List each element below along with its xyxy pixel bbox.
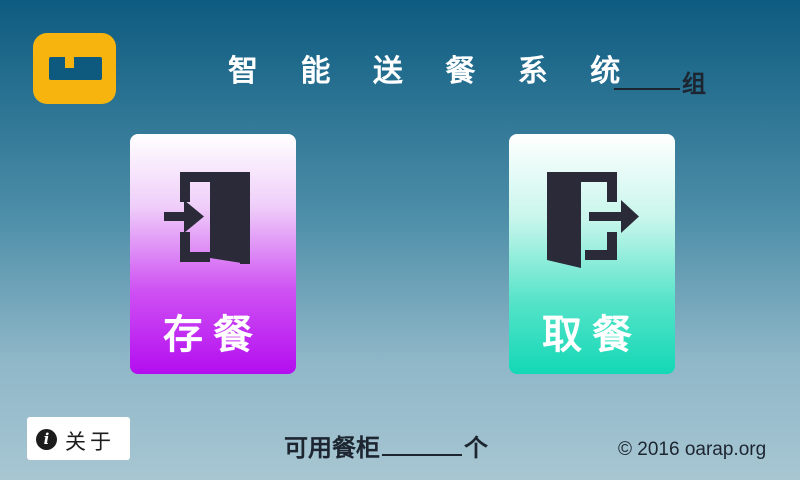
take-meal-label: 取餐: [542, 311, 642, 358]
page-title: 智 能 送 餐 系 统: [228, 54, 637, 89]
group-number-blank: [614, 88, 680, 90]
store-meal-button[interactable]: 存餐: [130, 134, 296, 374]
available-suffix: 个: [464, 433, 488, 462]
store-meal-label: 存餐: [163, 311, 263, 358]
about-button[interactable]: i 关于: [27, 417, 130, 460]
door-enter-icon: [164, 172, 250, 264]
logo-gap: [65, 57, 74, 68]
take-meal-button[interactable]: 取餐: [509, 134, 675, 374]
available-count-blank: [382, 453, 462, 456]
about-label: 关于: [65, 430, 115, 454]
app-logo-icon: [33, 33, 116, 104]
available-prefix: 可用餐柜: [284, 433, 380, 462]
logo-slot: [49, 57, 102, 80]
available-lockers: 可用餐柜 个: [284, 428, 488, 463]
info-icon: i: [36, 429, 57, 450]
copyright-text: © 2016 oarap.org: [618, 439, 767, 460]
group-suffix-label: 组: [682, 69, 706, 98]
door-exit-icon: [547, 172, 639, 268]
